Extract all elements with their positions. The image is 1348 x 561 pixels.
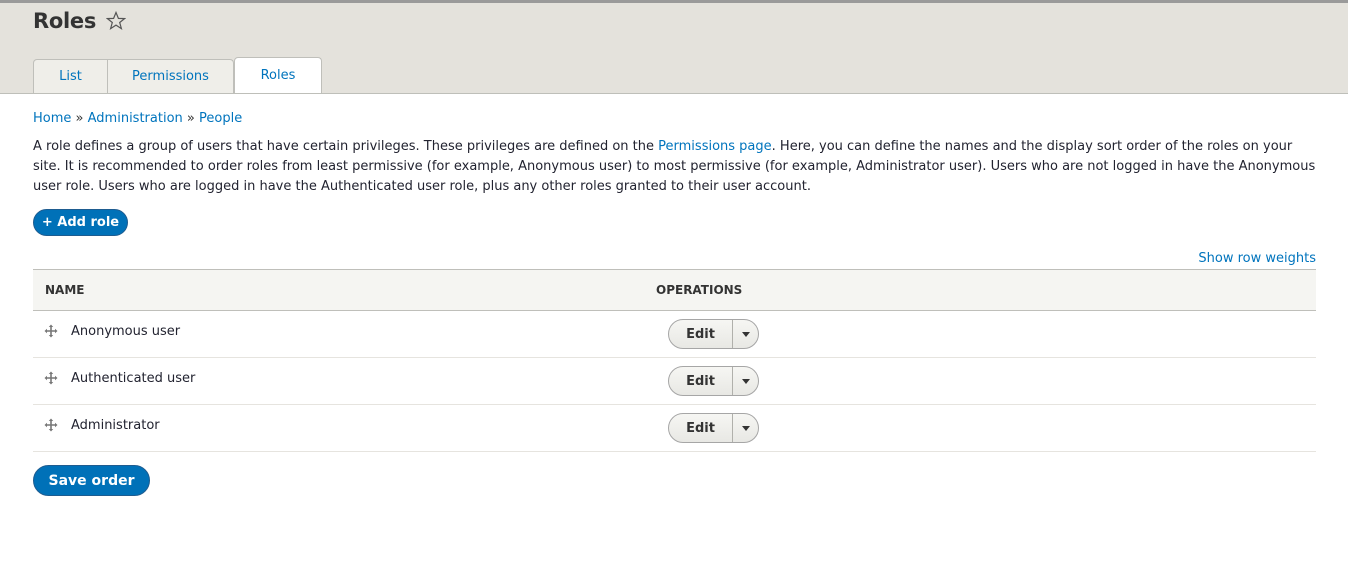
star-outline-icon[interactable]: [105, 10, 127, 31]
caret-down-icon: [741, 378, 750, 384]
breadcrumb: Home » Administration » People: [33, 111, 242, 126]
breadcrumb-separator: »: [75, 111, 84, 126]
row-name-cell: Anonymous user: [33, 324, 656, 339]
role-name: Anonymous user: [71, 323, 181, 339]
operations-dropbutton: Edit: [668, 366, 759, 396]
role-name: Authenticated user: [71, 370, 196, 386]
breadcrumb-administration[interactable]: Administration: [88, 111, 183, 126]
column-header-operations: OPERATIONS: [656, 283, 743, 297]
operations-dropbutton: Edit: [668, 413, 759, 443]
roles-table: NAME OPERATIONS Anonymous user Edit Auth…: [33, 269, 1316, 452]
table-row: Anonymous user Edit: [33, 311, 1316, 358]
caret-down-icon: [741, 425, 750, 431]
help-text: A role defines a group of users that hav…: [33, 137, 1323, 197]
table-row: Authenticated user Edit: [33, 358, 1316, 405]
tab-roles[interactable]: Roles: [234, 57, 322, 93]
caret-down-icon: [741, 331, 750, 337]
help-text-part1: A role defines a group of users that hav…: [33, 139, 659, 154]
row-name-cell: Administrator: [33, 418, 656, 433]
page-header: Roles List Permissions Roles: [0, 0, 1348, 94]
drag-handle-icon[interactable]: [44, 371, 58, 385]
edit-button[interactable]: Edit: [669, 367, 733, 395]
tab-permissions[interactable]: Permissions: [108, 59, 234, 93]
operations-dropbutton: Edit: [668, 319, 759, 349]
page-title: Roles: [33, 9, 97, 33]
title-row: Roles: [33, 9, 127, 33]
show-row-weights-link[interactable]: Show row weights: [1198, 251, 1316, 266]
column-header-name: NAME: [45, 283, 85, 297]
table-header: NAME OPERATIONS: [33, 269, 1316, 311]
breadcrumb-people[interactable]: People: [199, 111, 242, 126]
permissions-page-link[interactable]: Permissions page: [658, 139, 772, 154]
dropdown-toggle[interactable]: [733, 320, 758, 348]
tab-list[interactable]: List: [33, 59, 108, 93]
primary-tabs: List Permissions Roles: [33, 57, 322, 93]
breadcrumb-home[interactable]: Home: [33, 111, 71, 126]
edit-button[interactable]: Edit: [669, 414, 733, 442]
dropdown-toggle[interactable]: [733, 367, 758, 395]
drag-handle-icon[interactable]: [44, 324, 58, 338]
add-role-button[interactable]: + Add role: [33, 209, 128, 236]
dropdown-toggle[interactable]: [733, 414, 758, 442]
drag-handle-icon[interactable]: [44, 418, 58, 432]
role-name: Administrator: [71, 417, 160, 433]
save-order-button[interactable]: Save order: [33, 465, 150, 496]
table-row: Administrator Edit: [33, 405, 1316, 452]
row-name-cell: Authenticated user: [33, 371, 656, 386]
breadcrumb-separator: »: [186, 111, 195, 126]
edit-button[interactable]: Edit: [669, 320, 733, 348]
